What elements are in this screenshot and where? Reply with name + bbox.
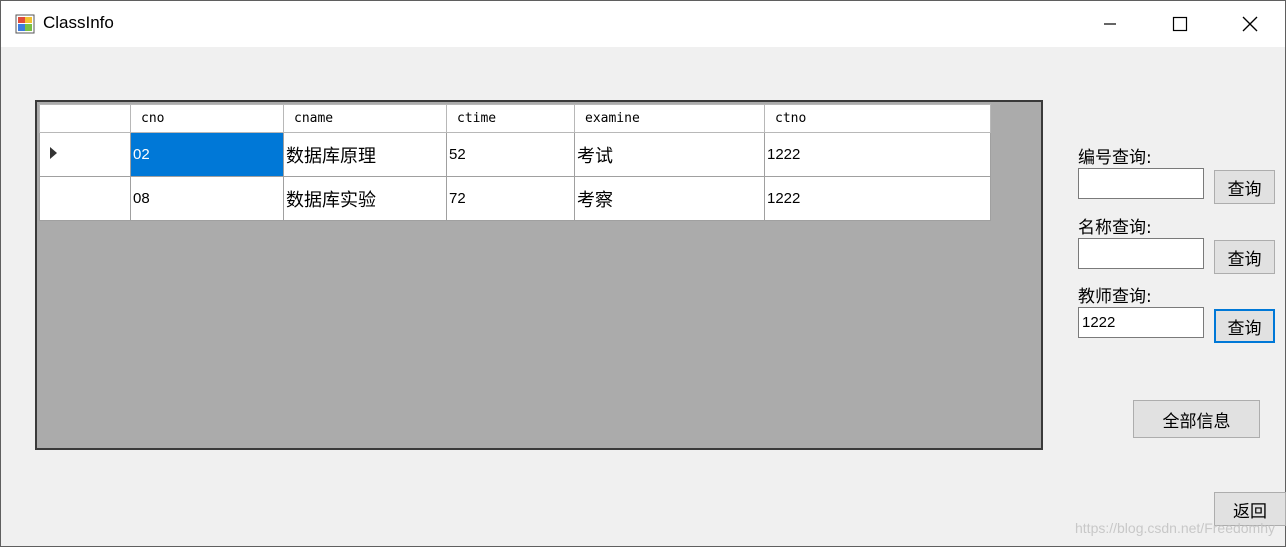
table-row[interactable]: 02 数据库原理 52 考试 1222 bbox=[39, 132, 991, 177]
id-search-input[interactable] bbox=[1078, 168, 1204, 199]
close-button[interactable] bbox=[1215, 1, 1285, 47]
id-search-label: 编号查询: bbox=[1078, 148, 1152, 168]
grid-header-row: cno cname ctime examine ctno bbox=[39, 104, 991, 133]
cell-ctime[interactable]: 72 bbox=[446, 176, 575, 221]
cell-cname[interactable]: 数据库原理 bbox=[283, 132, 447, 177]
id-search-button[interactable]: 查询 bbox=[1214, 170, 1275, 204]
minimize-button[interactable] bbox=[1075, 1, 1145, 47]
name-search-label: 名称查询: bbox=[1078, 218, 1152, 238]
current-row-arrow-icon bbox=[50, 147, 57, 159]
table-row[interactable]: 08 数据库实验 72 考察 1222 bbox=[39, 176, 991, 221]
cell-cno[interactable]: 02 bbox=[130, 132, 284, 177]
grid-table: cno cname ctime examine ctno 02 数据库原理 52… bbox=[39, 104, 991, 221]
column-header-cname[interactable]: cname bbox=[283, 104, 447, 133]
cell-cname[interactable]: 数据库实验 bbox=[283, 176, 447, 221]
cell-cno[interactable]: 08 bbox=[130, 176, 284, 221]
classinfo-window: ClassInfo cno cname ctime examine ctno 0… bbox=[0, 0, 1286, 547]
maximize-icon bbox=[1172, 16, 1188, 32]
cell-ctime[interactable]: 52 bbox=[446, 132, 575, 177]
column-header-ctno[interactable]: ctno bbox=[764, 104, 991, 133]
watermark-text: https://blog.csdn.net/Freedomhy bbox=[1075, 520, 1275, 536]
row-header[interactable] bbox=[39, 176, 131, 221]
grid-corner-header[interactable] bbox=[39, 104, 131, 133]
name-search-input[interactable] bbox=[1078, 238, 1204, 269]
teacher-search-button[interactable]: 查询 bbox=[1214, 309, 1275, 343]
cell-ctno[interactable]: 1222 bbox=[764, 132, 991, 177]
column-header-examine[interactable]: examine bbox=[574, 104, 765, 133]
app-icon bbox=[15, 14, 35, 34]
all-info-button[interactable]: 全部信息 bbox=[1133, 400, 1260, 438]
cell-ctno[interactable]: 1222 bbox=[764, 176, 991, 221]
cell-examine[interactable]: 考察 bbox=[574, 176, 765, 221]
column-header-ctime[interactable]: ctime bbox=[446, 104, 575, 133]
row-header[interactable] bbox=[39, 132, 131, 177]
title-bar[interactable]: ClassInfo bbox=[1, 1, 1285, 47]
maximize-button[interactable] bbox=[1145, 1, 1215, 47]
data-grid[interactable]: cno cname ctime examine ctno 02 数据库原理 52… bbox=[35, 100, 1043, 450]
window-title: ClassInfo bbox=[43, 13, 114, 32]
name-search-button[interactable]: 查询 bbox=[1214, 240, 1275, 274]
minimize-icon bbox=[1104, 23, 1116, 25]
cell-examine[interactable]: 考试 bbox=[574, 132, 765, 177]
column-header-cno[interactable]: cno bbox=[130, 104, 284, 133]
teacher-search-input[interactable] bbox=[1078, 307, 1204, 338]
teacher-search-label: 教师查询: bbox=[1078, 287, 1152, 307]
close-icon bbox=[1242, 16, 1258, 32]
